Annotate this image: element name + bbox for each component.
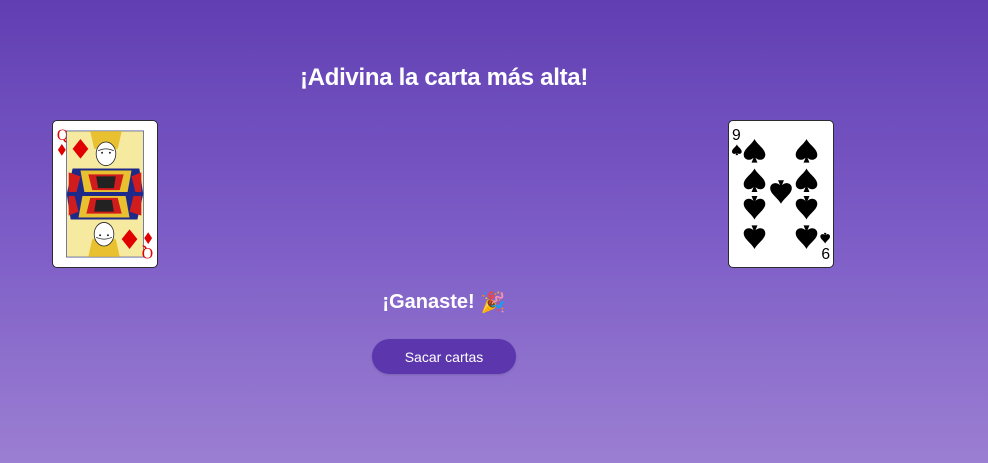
spade-icon: [795, 168, 818, 193]
page-title: ¡Adivina la carta más alta!: [299, 64, 589, 91]
diamond-icon: [57, 143, 66, 156]
card-rank: Q: [141, 244, 153, 261]
queen-figure: [66, 130, 144, 258]
card-rank: 9: [732, 127, 741, 144]
result-message: ¡Ganaste! 🎉: [0, 290, 888, 315]
pips: [743, 139, 818, 249]
spade-icon: [743, 225, 766, 249]
spade-icon: [795, 225, 818, 249]
diamond-icon: [144, 232, 153, 245]
spade-icon: [795, 139, 818, 163]
spade-icon: [743, 139, 766, 163]
spade-icon: [770, 180, 792, 204]
spade-icon: [743, 168, 766, 193]
draw-cards-button[interactable]: Sacar cartas: [372, 339, 516, 374]
spade-icon: [731, 144, 742, 156]
result-text: ¡Ganaste!: [382, 291, 475, 313]
spade-icon: [820, 232, 831, 244]
player-card-queen-of-diamonds: Q Q: [52, 120, 158, 268]
spade-icon: [743, 195, 766, 220]
spade-icon: [795, 195, 818, 220]
card-corner-bottom-right: 9: [820, 232, 831, 261]
card-rank: 9: [821, 244, 830, 261]
dealer-card-nine-of-spades: 9 9: [728, 120, 834, 268]
party-popper-icon: 🎉: [480, 292, 506, 314]
card-corner-top-left: 9: [731, 127, 742, 156]
